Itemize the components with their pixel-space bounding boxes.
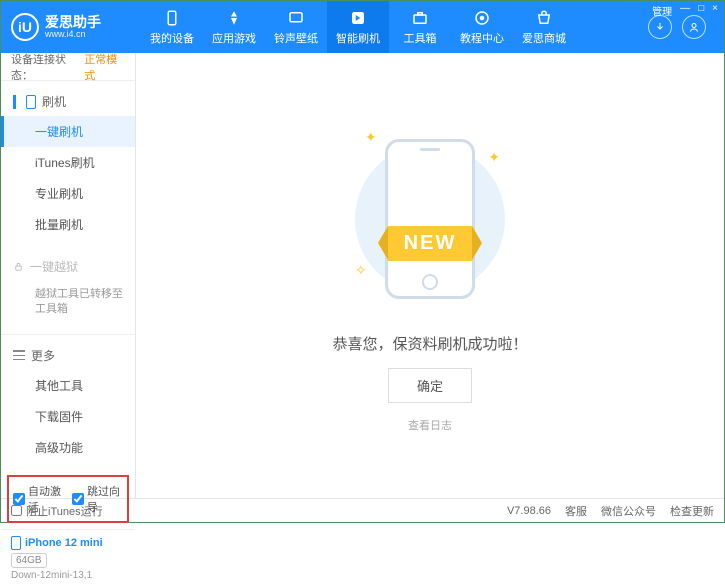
titlebar: iU 爱思助手 www.i4.cn 我的设备 应用游戏 铃声壁纸 智能刷机 工具… bbox=[1, 1, 724, 53]
main-nav: 我的设备 应用游戏 铃声壁纸 智能刷机 工具箱 教程中心 爱思商城 bbox=[141, 1, 648, 53]
menu-icon bbox=[13, 350, 25, 360]
apps-icon bbox=[225, 9, 243, 27]
new-badge: NEW bbox=[388, 226, 473, 261]
sidebar-section-jailbreak[interactable]: 一键越狱 bbox=[1, 252, 135, 281]
success-message: 恭喜您，保资料刷机成功啦！ bbox=[332, 333, 527, 354]
sidebar: 设备连接状态： 正常模式 刷机 一键刷机 iTunes刷机 专业刷机 批量刷机 … bbox=[1, 53, 136, 498]
nav-tutorials[interactable]: 教程中心 bbox=[451, 1, 513, 53]
sidebar-item-other-tools[interactable]: 其他工具 bbox=[1, 370, 135, 401]
device-storage: 64GB bbox=[11, 553, 47, 568]
device-icon bbox=[163, 9, 181, 27]
device-info[interactable]: iPhone 12 mini 64GB Down-12mini-13,1 bbox=[1, 529, 135, 587]
connection-status: 设备连接状态： 正常模式 bbox=[1, 53, 135, 81]
main-content: NEW ✦ ✦ ✧ 恭喜您，保资料刷机成功啦！ 确定 查看日志 bbox=[136, 53, 724, 498]
section-marker-icon bbox=[13, 95, 16, 109]
nav-smart-flash[interactable]: 智能刷机 bbox=[327, 1, 389, 53]
nav-apps-games[interactable]: 应用游戏 bbox=[203, 1, 265, 53]
jailbreak-note: 越狱工具已转移至工具箱 bbox=[1, 281, 135, 324]
store-icon bbox=[535, 9, 553, 27]
flash-icon bbox=[349, 9, 367, 27]
tutorial-icon bbox=[473, 9, 491, 27]
maximize-button[interactable]: □ bbox=[698, 3, 704, 18]
ok-button[interactable]: 确定 bbox=[388, 368, 472, 403]
device-phone-icon bbox=[11, 536, 21, 550]
title-right-buttons bbox=[648, 15, 706, 39]
minimize-button[interactable]: — bbox=[680, 3, 690, 18]
wechat-link[interactable]: 微信公众号 bbox=[601, 503, 656, 519]
nav-store[interactable]: 爱思商城 bbox=[513, 1, 575, 53]
success-graphic: NEW ✦ ✦ ✧ bbox=[345, 119, 515, 319]
nav-ringtones[interactable]: 铃声壁纸 bbox=[265, 1, 327, 53]
app-url: www.i4.cn bbox=[45, 29, 101, 39]
version-label: V7.98.66 bbox=[507, 505, 551, 517]
device-detail: Down-12mini-13,1 bbox=[11, 570, 125, 581]
customer-service-link[interactable]: 客服 bbox=[565, 503, 587, 519]
wallpaper-icon bbox=[287, 9, 305, 27]
sidebar-item-download-firmware[interactable]: 下载固件 bbox=[1, 401, 135, 432]
sidebar-item-advanced[interactable]: 高级功能 bbox=[1, 432, 135, 463]
logo-icon: iU bbox=[11, 13, 39, 41]
sidebar-item-pro-flash[interactable]: 专业刷机 bbox=[1, 178, 135, 209]
phone-icon bbox=[26, 95, 36, 109]
user-button[interactable] bbox=[682, 15, 706, 39]
close-button[interactable]: × bbox=[712, 3, 718, 18]
nav-my-device[interactable]: 我的设备 bbox=[141, 1, 203, 53]
lock-icon bbox=[13, 261, 24, 272]
device-name: iPhone 12 mini bbox=[11, 536, 125, 550]
logo-area: iU 爱思助手 www.i4.cn bbox=[11, 13, 141, 41]
check-update-link[interactable]: 检查更新 bbox=[670, 503, 714, 519]
window-controls: 管理 — □ × bbox=[652, 3, 718, 18]
download-button[interactable] bbox=[648, 15, 672, 39]
sidebar-item-batch-flash[interactable]: 批量刷机 bbox=[1, 209, 135, 240]
toolbox-icon bbox=[411, 9, 429, 27]
settings-link[interactable]: 管理 bbox=[652, 3, 672, 18]
app-name: 爱思助手 bbox=[45, 15, 101, 29]
block-itunes-checkbox[interactable]: 阻止iTunes运行 bbox=[11, 503, 103, 519]
sidebar-section-flash[interactable]: 刷机 bbox=[1, 87, 135, 116]
sidebar-item-oneclick-flash[interactable]: 一键刷机 bbox=[1, 116, 135, 147]
sidebar-section-more[interactable]: 更多 bbox=[1, 341, 135, 370]
status-value: 正常模式 bbox=[84, 51, 125, 83]
nav-toolbox[interactable]: 工具箱 bbox=[389, 1, 451, 53]
sidebar-item-itunes-flash[interactable]: iTunes刷机 bbox=[1, 147, 135, 178]
view-log-link[interactable]: 查看日志 bbox=[408, 417, 452, 433]
